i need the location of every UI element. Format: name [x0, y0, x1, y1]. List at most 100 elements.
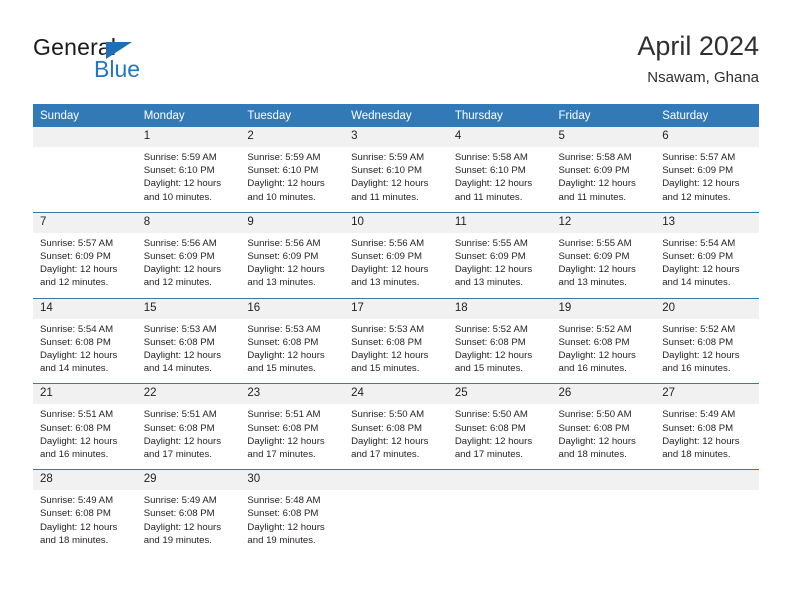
calendar-day-cell[interactable]: 15 Sunrise: 5:53 AM Sunset: 6:08 PM Dayligh…: [136, 297, 241, 384]
detail-daylight-line2: and 18 minutes.: [40, 534, 109, 546]
detail-daylight-line2: and 13 minutes.: [351, 277, 420, 289]
detail-sunset: Sunset: 6:08 PM: [558, 336, 630, 348]
weekday-header-saturday: Saturday: [655, 104, 759, 127]
calendar-week-row: 28 Sunrise: 5:49 AM Sunset: 6:08 PM Dayligh…: [33, 469, 759, 556]
day-cell-inner: [551, 470, 656, 554]
day-cell-inner: 25 Sunrise: 5:50 AM Sunset: 6:08 PM Dayligh…: [447, 384, 552, 469]
detail-sunrise: Sunrise: 5:52 AM: [454, 323, 528, 335]
day-cell-inner: 14 Sunrise: 5:54 AM Sunset: 6:08 PM Dayligh…: [33, 298, 137, 384]
detail-sunrise: Sunrise: 5:58 AM: [454, 152, 528, 163]
detail-sunset: Sunset: 6:08 PM: [143, 508, 215, 520]
detail-sunset: Sunset: 6:09 PM: [662, 251, 734, 263]
calendar-day-cell[interactable]: 23 Sunrise: 5:51 AM Sunset: 6:08 PM Dayligh…: [240, 383, 345, 470]
calendar-day-cell-empty: [33, 127, 137, 212]
calendar-day-cell[interactable]: 5 Sunrise: 5:58 AM Sunset: 6:09 PM Daylight…: [551, 127, 656, 212]
day-details: Sunrise: 5:50 AM Sunset: 6:08 PM Daylight:…: [552, 404, 656, 469]
detail-sunrise: Sunrise: 5:59 AM: [143, 152, 217, 163]
calendar-day-cell[interactable]: 20 Sunrise: 5:52 AM Sunset: 6:08 PM Dayligh…: [655, 297, 759, 384]
detail-sunrise: Sunrise: 5:55 AM: [454, 237, 528, 249]
day-cell-inner: 18 Sunrise: 5:52 AM Sunset: 6:08 PM Dayligh…: [447, 298, 552, 384]
calendar-week-row: 21 Sunrise: 5:51 AM Sunset: 6:08 PM Dayligh…: [33, 383, 759, 470]
calendar-day-cell[interactable]: 6 Sunrise: 5:57 AM Sunset: 6:09 PM Daylight…: [655, 127, 759, 212]
day-details: Sunrise: 5:53 AM Sunset: 6:08 PM Daylight:…: [240, 319, 344, 384]
calendar-day-cell[interactable]: 11 Sunrise: 5:55 AM Sunset: 6:09 PM Dayligh…: [447, 211, 552, 299]
detail-sunrise: Sunrise: 5:51 AM: [40, 409, 114, 421]
day-number: 23: [240, 384, 345, 405]
detail-daylight-line1: Daylight: 12 hours: [143, 521, 222, 533]
calendar-day-cell[interactable]: 8 Sunrise: 5:56 AM Sunset: 6:09 PM Daylight…: [136, 211, 241, 299]
calendar-day-cell[interactable]: 19 Sunrise: 5:52 AM Sunset: 6:08 PM Dayligh…: [551, 297, 656, 384]
detail-daylight-line2: and 11 minutes.: [351, 191, 419, 203]
detail-daylight-line2: and 12 minutes.: [662, 191, 731, 203]
day-number: 19: [551, 298, 656, 319]
detail-daylight-line2: and 17 minutes.: [454, 449, 524, 461]
calendar-day-cell[interactable]: 14 Sunrise: 5:54 AM Sunset: 6:08 PM Dayligh…: [33, 297, 137, 384]
calendar-day-cell[interactable]: 3 Sunrise: 5:59 AM Sunset: 6:10 PM Daylight…: [344, 127, 448, 212]
detail-daylight-line1: Daylight: 12 hours: [247, 435, 325, 447]
detail-sunrise: Sunrise: 5:54 AM: [662, 237, 736, 249]
day-cell-inner: 30 Sunrise: 5:48 AM Sunset: 6:08 PM Dayligh…: [240, 470, 345, 555]
calendar-day-cell[interactable]: 22 Sunrise: 5:51 AM Sunset: 6:08 PM Dayligh…: [136, 383, 241, 470]
calendar-page: General Blue April 2024 Nsawam, Ghana Su…: [0, 0, 792, 612]
calendar-day-cell[interactable]: 30 Sunrise: 5:48 AM Sunset: 6:08 PM Dayligh…: [240, 469, 345, 556]
calendar-day-cell[interactable]: 9 Sunrise: 5:56 AM Sunset: 6:09 PM Daylight…: [240, 211, 345, 299]
detail-daylight-line1: Daylight: 12 hours: [351, 178, 429, 190]
day-number: 11: [447, 212, 552, 233]
detail-sunrise: Sunrise: 5:49 AM: [143, 495, 217, 507]
day-cell-inner: 21 Sunrise: 5:51 AM Sunset: 6:08 PM Dayligh…: [33, 384, 137, 469]
day-details: Sunrise: 5:50 AM Sunset: 6:08 PM Daylight:…: [448, 404, 552, 469]
calendar-day-cell[interactable]: 25 Sunrise: 5:50 AM Sunset: 6:08 PM Dayligh…: [447, 383, 552, 470]
detail-daylight-line1: Daylight: 12 hours: [454, 178, 533, 190]
detail-daylight-line2: and 19 minutes.: [247, 534, 316, 546]
calendar-day-cell[interactable]: 27 Sunrise: 5:49 AM Sunset: 6:08 PM Dayligh…: [655, 383, 759, 470]
calendar-day-cell[interactable]: 16 Sunrise: 5:53 AM Sunset: 6:08 PM Dayligh…: [240, 297, 345, 384]
detail-sunset: Sunset: 6:08 PM: [351, 336, 423, 348]
calendar-day-cell[interactable]: 4 Sunrise: 5:58 AM Sunset: 6:10 PM Daylight…: [447, 127, 552, 212]
detail-daylight-line2: and 16 minutes.: [558, 363, 627, 375]
day-number: 3: [344, 127, 448, 147]
calendar-day-cell[interactable]: 12 Sunrise: 5:55 AM Sunset: 6:09 PM Dayligh…: [551, 211, 656, 299]
day-number: 2: [240, 127, 345, 147]
day-details: Sunrise: 5:55 AM Sunset: 6:09 PM Daylight:…: [552, 233, 656, 298]
calendar-day-cell[interactable]: 24 Sunrise: 5:50 AM Sunset: 6:08 PM Dayligh…: [344, 383, 448, 470]
detail-daylight-line2: and 16 minutes.: [40, 449, 109, 461]
day-details: Sunrise: 5:57 AM Sunset: 6:09 PM Daylight:…: [655, 147, 759, 212]
day-number: 5: [551, 127, 656, 147]
calendar-day-cell[interactable]: 7 Sunrise: 5:57 AM Sunset: 6:09 PM Daylight…: [33, 211, 137, 299]
calendar-day-cell[interactable]: 17 Sunrise: 5:53 AM Sunset: 6:08 PM Dayligh…: [344, 297, 448, 384]
detail-sunset: Sunset: 6:09 PM: [143, 251, 215, 263]
calendar-day-cell[interactable]: 29 Sunrise: 5:49 AM Sunset: 6:08 PM Dayligh…: [136, 469, 241, 556]
day-cell-inner: 5 Sunrise: 5:58 AM Sunset: 6:09 PM Daylight…: [551, 127, 656, 212]
day-details: Sunrise: 5:56 AM Sunset: 6:09 PM Daylight:…: [240, 233, 344, 298]
day-details: Sunrise: 5:50 AM Sunset: 6:08 PM Daylight:…: [344, 404, 448, 469]
day-details: Sunrise: 5:54 AM Sunset: 6:08 PM Daylight:…: [33, 319, 137, 384]
day-number: 10: [344, 212, 448, 233]
calendar-day-cell[interactable]: 1 Sunrise: 5:59 AM Sunset: 6:10 PM Daylight…: [136, 127, 241, 212]
calendar-day-cell[interactable]: 2 Sunrise: 5:59 AM Sunset: 6:10 PM Daylight…: [240, 127, 345, 212]
day-cell-inner: 20 Sunrise: 5:52 AM Sunset: 6:08 PM Dayligh…: [655, 298, 759, 384]
day-cell-inner: 2 Sunrise: 5:59 AM Sunset: 6:10 PM Daylight…: [240, 127, 345, 212]
calendar-day-cell[interactable]: 18 Sunrise: 5:52 AM Sunset: 6:08 PM Dayligh…: [447, 297, 552, 384]
calendar-day-cell[interactable]: 28 Sunrise: 5:49 AM Sunset: 6:08 PM Dayligh…: [33, 469, 137, 556]
calendar-day-cell-empty: [447, 469, 552, 556]
detail-daylight-line1: Daylight: 12 hours: [40, 264, 118, 276]
day-number: 8: [136, 212, 241, 233]
day-number: [655, 470, 759, 491]
day-cell-inner: 27 Sunrise: 5:49 AM Sunset: 6:08 PM Dayligh…: [655, 384, 759, 469]
calendar-day-cell[interactable]: 26 Sunrise: 5:50 AM Sunset: 6:08 PM Dayligh…: [551, 383, 656, 470]
detail-sunset: Sunset: 6:08 PM: [247, 336, 319, 348]
detail-daylight-line1: Daylight: 12 hours: [558, 435, 636, 447]
day-details: Sunrise: 5:56 AM Sunset: 6:09 PM Daylight:…: [137, 233, 241, 298]
detail-sunset: Sunset: 6:08 PM: [247, 422, 319, 434]
day-number: 21: [33, 384, 137, 405]
detail-daylight-line2: and 19 minutes.: [143, 534, 212, 546]
calendar-day-cell[interactable]: 21 Sunrise: 5:51 AM Sunset: 6:08 PM Dayligh…: [33, 383, 137, 470]
day-cell-inner: 24 Sunrise: 5:50 AM Sunset: 6:08 PM Dayligh…: [344, 384, 448, 469]
calendar-day-cell[interactable]: 13 Sunrise: 5:54 AM Sunset: 6:09 PM Dayligh…: [655, 211, 759, 299]
detail-daylight-line1: Daylight: 12 hours: [40, 521, 118, 533]
detail-sunset: Sunset: 6:09 PM: [40, 251, 111, 263]
detail-sunrise: Sunrise: 5:51 AM: [247, 409, 321, 421]
calendar-day-cell[interactable]: 10 Sunrise: 5:56 AM Sunset: 6:09 PM Dayligh…: [344, 211, 448, 299]
detail-daylight-line1: Daylight: 12 hours: [558, 264, 636, 276]
logo-text-blue: Blue: [94, 56, 141, 82]
